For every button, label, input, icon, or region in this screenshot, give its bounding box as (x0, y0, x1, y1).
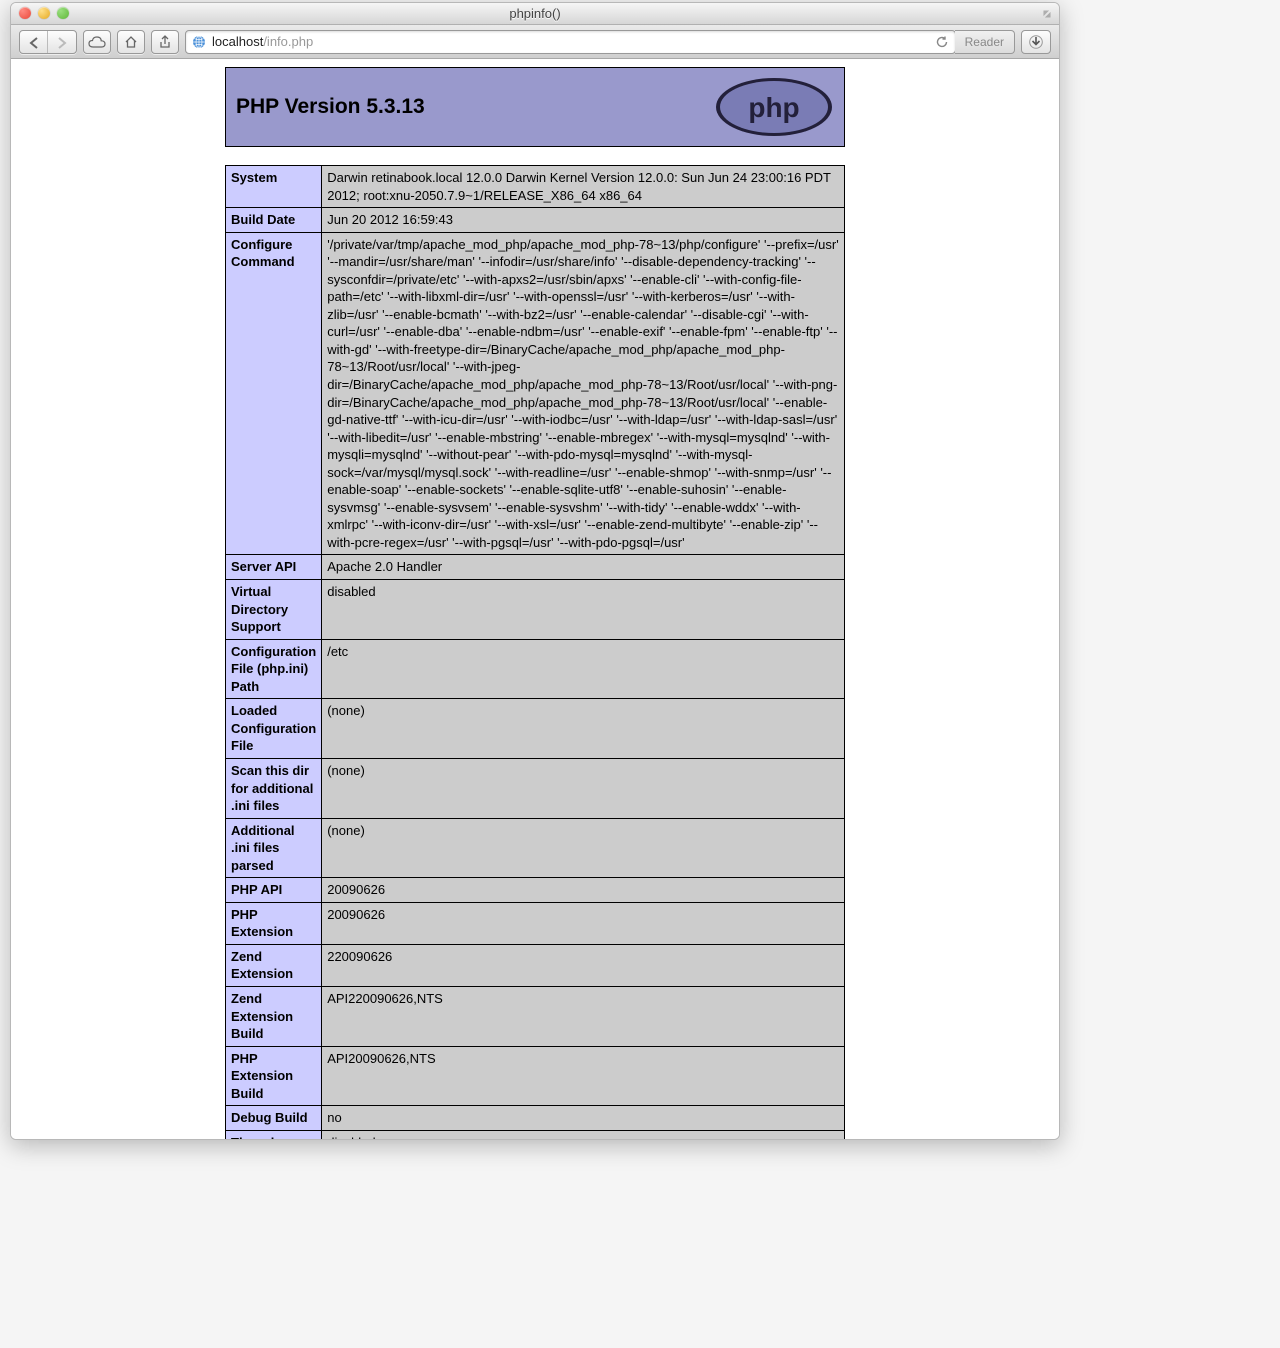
row-label: System (226, 166, 322, 208)
download-icon (1029, 35, 1043, 49)
row-label: Scan this dir for additional .ini files (226, 758, 322, 818)
row-label: PHP Extension (226, 902, 322, 944)
nav-buttons (19, 30, 77, 54)
row-value: '/private/var/tmp/apache_mod_php/apache_… (322, 232, 845, 555)
downloads-button[interactable] (1021, 30, 1051, 54)
table-row: Scan this dir for additional .ini files(… (226, 758, 845, 818)
share-button[interactable] (151, 30, 179, 54)
toolbar: localhost/info.php Reader (11, 25, 1059, 59)
fullscreen-icon[interactable] (1041, 8, 1053, 20)
table-row: PHP API20090626 (226, 878, 845, 903)
table-row: Zend Extension220090626 (226, 944, 845, 986)
url-host: localhost/info.php (212, 34, 313, 49)
table-row: SystemDarwin retinabook.local 12.0.0 Dar… (226, 166, 845, 208)
table-row: Loaded Configuration File(none) (226, 699, 845, 759)
cloud-icon (88, 36, 106, 48)
row-label: PHP Extension Build (226, 1046, 322, 1106)
back-button[interactable] (20, 31, 48, 54)
row-value: (none) (322, 758, 845, 818)
php-version-heading: PHP Version 5.3.13 (236, 95, 425, 119)
table-row: PHP Extension BuildAPI20090626,NTS (226, 1046, 845, 1106)
table-row: PHP Extension20090626 (226, 902, 845, 944)
row-label: Configure Command (226, 232, 322, 555)
share-icon (158, 35, 172, 49)
forward-button[interactable] (48, 31, 76, 54)
site-icon (192, 35, 206, 49)
row-label: PHP API (226, 878, 322, 903)
row-label: Additional .ini files parsed (226, 818, 322, 878)
phpinfo-table: SystemDarwin retinabook.local 12.0.0 Dar… (225, 165, 845, 1139)
phpinfo-header: PHP Version 5.3.13 php (225, 67, 845, 147)
titlebar: phpinfo() (11, 3, 1059, 25)
row-value: Darwin retinabook.local 12.0.0 Darwin Ke… (322, 166, 845, 208)
row-value: no (322, 1106, 845, 1131)
window-controls (19, 7, 69, 19)
row-value: disabled (322, 1130, 845, 1139)
table-row: Configure Command'/private/var/tmp/apach… (226, 232, 845, 555)
table-row: Virtual Directory Supportdisabled (226, 580, 845, 640)
table-row: Additional .ini files parsed(none) (226, 818, 845, 878)
row-value: disabled (322, 580, 845, 640)
row-value: (none) (322, 818, 845, 878)
home-icon (124, 35, 138, 49)
table-row: Configuration File (php.ini) Path/etc (226, 639, 845, 699)
row-value: API20090626,NTS (322, 1046, 845, 1106)
row-value: (none) (322, 699, 845, 759)
table-row: Thread Safetydisabled (226, 1130, 845, 1139)
row-value: 220090626 (322, 944, 845, 986)
row-label: Build Date (226, 208, 322, 233)
reader-button[interactable]: Reader (955, 30, 1015, 54)
back-icon (29, 37, 39, 49)
row-value: 20090626 (322, 878, 845, 903)
minimize-button[interactable] (38, 7, 50, 19)
row-label: Loaded Configuration File (226, 699, 322, 759)
icloud-button[interactable] (83, 30, 111, 54)
row-label: Thread Safety (226, 1130, 322, 1139)
row-label: Virtual Directory Support (226, 580, 322, 640)
zoom-button[interactable] (57, 7, 69, 19)
reader-label: Reader (965, 35, 1004, 49)
address-bar[interactable]: localhost/info.php (185, 30, 956, 54)
table-row: Zend Extension BuildAPI220090626,NTS (226, 986, 845, 1046)
window-title: phpinfo() (509, 6, 560, 21)
page-content: PHP Version 5.3.13 php SystemDarwin reti… (11, 59, 1059, 1139)
php-logo-icon: php (714, 76, 834, 138)
home-button[interactable] (117, 30, 145, 54)
row-value: API220090626,NTS (322, 986, 845, 1046)
close-button[interactable] (19, 7, 31, 19)
row-value: 20090626 (322, 902, 845, 944)
row-label: Zend Extension Build (226, 986, 322, 1046)
browser-window: phpinfo() localh (10, 2, 1060, 1140)
table-row: Debug Buildno (226, 1106, 845, 1131)
row-label: Zend Extension (226, 944, 322, 986)
svg-text:php: php (748, 92, 799, 123)
row-value: Jun 20 2012 16:59:43 (322, 208, 845, 233)
forward-icon (57, 37, 67, 49)
row-value: Apache 2.0 Handler (322, 555, 845, 580)
reload-icon[interactable] (935, 35, 949, 49)
row-label: Configuration File (php.ini) Path (226, 639, 322, 699)
row-label: Debug Build (226, 1106, 322, 1131)
table-row: Server APIApache 2.0 Handler (226, 555, 845, 580)
row-value: /etc (322, 639, 845, 699)
row-label: Server API (226, 555, 322, 580)
phpinfo-container: PHP Version 5.3.13 php SystemDarwin reti… (225, 67, 845, 1139)
table-row: Build DateJun 20 2012 16:59:43 (226, 208, 845, 233)
